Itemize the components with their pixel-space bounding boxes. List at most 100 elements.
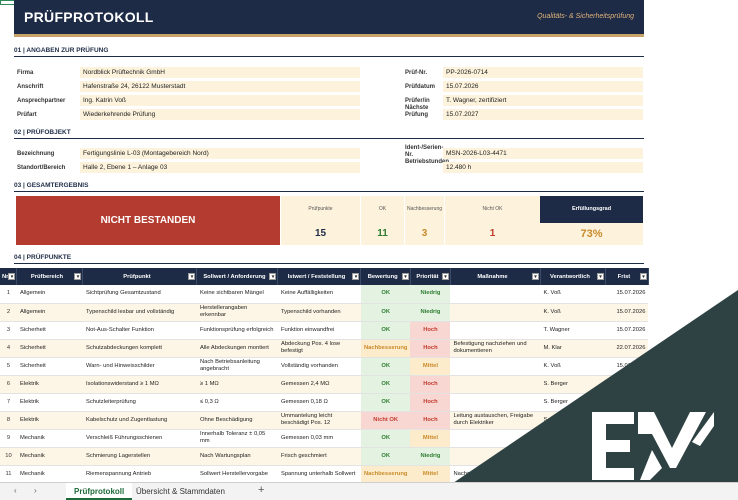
column-header[interactable]: Bewertung ▾ [360, 268, 411, 285]
cell-bewertung[interactable]: OK [360, 393, 411, 412]
filter-dropdown-icon[interactable]: ▾ [531, 273, 539, 280]
cell-nr[interactable]: 10 [0, 447, 17, 466]
tab-pruefprotokoll[interactable]: Prüfprotokoll [66, 483, 133, 500]
column-header[interactable]: Nr ▾ [0, 268, 18, 285]
tab-uebersicht-stammdaten[interactable]: Übersicht & Stammdaten [128, 483, 233, 500]
cell-sollwert[interactable]: ≥ 1 MΩ [196, 375, 278, 394]
tab-scroll-right-icon[interactable]: › [34, 486, 37, 495]
cell-istwert[interactable]: Ummantelung leicht beschädigt Pos. 12 [277, 411, 361, 430]
cell-pruefbereich[interactable]: Mechanik [16, 465, 83, 484]
cell-bewertung[interactable]: OK [360, 357, 411, 376]
filter-dropdown-icon[interactable]: ▾ [596, 273, 604, 280]
cell-sollwert[interactable]: Sollwert Herstellervorgabe [196, 465, 278, 484]
cell-pruefpunkt[interactable]: Verschleiß Führungsschienen [82, 429, 197, 448]
cell-pruefbereich[interactable]: Mechanik [16, 447, 83, 466]
value-ansprechpartner[interactable]: Ing. Katrin Voß [80, 95, 360, 106]
cell-nr[interactable]: 7 [0, 393, 17, 412]
value-bezeichnung[interactable]: Fertigungslinie L-03 (Montagebereich Nor… [80, 148, 360, 159]
value-anschrift[interactable]: Hafenstraße 24, 26122 Musterstadt [80, 81, 360, 92]
cell-sollwert[interactable]: Funktionsprüfung erfolgreich [196, 321, 278, 340]
cell-sollwert[interactable]: Alle Abdeckungen montiert [196, 339, 278, 358]
value-standort[interactable]: Halle 2, Ebene 1 – Anlage 03 [80, 162, 360, 173]
cell-pruefbereich[interactable]: Elektrik [16, 393, 83, 412]
cell-pruefpunkt[interactable]: Schutzleiterprüfung [82, 393, 197, 412]
value-pruefdatum[interactable]: 15.07.2026 [443, 81, 643, 92]
cell-pruefbereich[interactable]: Mechanik [16, 429, 83, 448]
value-pruefer[interactable]: T. Wagner, zertifiziert [443, 95, 643, 106]
cell-sollwert[interactable]: ≤ 0,3 Ω [196, 393, 278, 412]
cell-istwert[interactable]: Typenschild vorhanden [277, 303, 361, 322]
cell-nr[interactable]: 9 [0, 429, 17, 448]
cell-istwert[interactable]: Abdeckung Pos. 4 lose befestigt [277, 339, 361, 358]
tab-scroll-left-icon[interactable]: ‹ [14, 486, 17, 495]
cell-nr[interactable]: 11 [0, 465, 17, 484]
add-sheet-button[interactable]: + [258, 484, 264, 496]
cell-nr[interactable]: 3 [0, 321, 17, 340]
cell-pruefbereich[interactable]: Allgemein [16, 303, 83, 322]
cell-sollwert[interactable]: Ohne Beschädigung [196, 411, 278, 430]
cell-istwert[interactable]: Gemessen 0,03 mm [277, 429, 361, 448]
cell-pruefpunkt[interactable]: Warn- und Hinweisschilder [82, 357, 197, 376]
column-header[interactable]: Maßnahme ▾ [450, 268, 541, 285]
filter-dropdown-icon[interactable]: ▾ [74, 273, 82, 280]
column-header[interactable]: Prüfbereich ▾ [16, 268, 84, 285]
cell-istwert[interactable]: Funktion einwandfrei [277, 321, 361, 340]
cell-sollwert[interactable]: Keine sichtbaren Mängel [196, 285, 278, 304]
cell-pruefbereich[interactable]: Elektrik [16, 411, 83, 430]
cell-istwert[interactable]: Gemessen 2,4 MΩ [277, 375, 361, 394]
cell-pruefbereich[interactable]: Elektrik [16, 375, 83, 394]
cell-pruefpunkt[interactable]: Isolationswiderstand ≥ 1 MΩ [82, 375, 197, 394]
cell-nr[interactable]: 1 [0, 285, 17, 304]
value-pruef-nr[interactable]: PP-2026-0714 [443, 67, 643, 78]
cell-sollwert[interactable]: Nach Betriebsanleitung angebracht [196, 357, 278, 376]
cell-bewertung[interactable]: OK [360, 447, 411, 466]
cell-istwert[interactable]: Gemessen 0,18 Ω [277, 393, 361, 412]
column-header[interactable]: Istwert / Feststellung ▾ [277, 268, 362, 285]
cell-sollwert[interactable]: Innerhalb Toleranz ± 0,05 mm [196, 429, 278, 448]
filter-dropdown-icon[interactable]: ▾ [441, 273, 449, 280]
column-header[interactable]: Verantwortlich ▾ [540, 268, 606, 285]
cell-pruefpunkt[interactable]: Sichtprüfung Gesamtzustand [82, 285, 197, 304]
cell-pruefbereich[interactable]: Sicherheit [16, 321, 83, 340]
cell-bewertung[interactable]: OK [360, 285, 411, 304]
cell-sollwert[interactable]: Nach Wartungsplan [196, 447, 278, 466]
value-ident-nr[interactable]: MSN-2026-L03-4471 [443, 148, 643, 159]
cell-pruefpunkt[interactable]: Riemenspannung Antrieb [82, 465, 197, 484]
cell-pruefpunkt[interactable]: Schmierung Lagerstellen [82, 447, 197, 466]
cell-istwert[interactable]: Vollständig vorhanden [277, 357, 361, 376]
cell-pruefbereich[interactable]: Sicherheit [16, 357, 83, 376]
column-header[interactable]: Priorität ▾ [410, 268, 451, 285]
spreadsheet-sheet[interactable]: PRÜFPROTOKOLL Qualitäts- & Sicherheitspr… [0, 0, 738, 500]
filter-dropdown-icon[interactable]: ▾ [401, 273, 409, 280]
cell-pruefbereich[interactable]: Allgemein [16, 285, 83, 304]
cell-nr[interactable]: 2 [0, 303, 17, 322]
column-header[interactable]: Prüfpunkt ▾ [82, 268, 198, 285]
cell-bewertung[interactable]: OK [360, 375, 411, 394]
column-header[interactable]: Frist ▾ [605, 268, 649, 285]
value-firma[interactable]: Nordblick Prüftechnik GmbH [80, 67, 360, 78]
cell-istwert[interactable]: Frisch geschmiert [277, 447, 361, 466]
cell-nr[interactable]: 5 [0, 357, 17, 376]
cell-bewertung[interactable]: Nachbesserung [360, 339, 411, 358]
cell-nr[interactable]: 4 [0, 339, 17, 358]
cell-pruefpunkt[interactable]: Not-Aus-Schalter Funktion [82, 321, 197, 340]
cell-bewertung[interactable]: Nicht OK [360, 411, 411, 430]
filter-dropdown-icon[interactable]: ▾ [269, 273, 277, 280]
cell-pruefbereich[interactable]: Sicherheit [16, 339, 83, 358]
cell-pruefpunkt[interactable]: Kabelschutz und Zugentlastung [82, 411, 197, 430]
cell-nr[interactable]: 8 [0, 411, 17, 430]
filter-dropdown-icon[interactable]: ▾ [639, 273, 647, 280]
cell-istwert[interactable]: Keine Auffälligkeiten [277, 285, 361, 304]
cell-bewertung[interactable]: OK [360, 429, 411, 448]
cell-bewertung[interactable]: OK [360, 303, 411, 322]
filter-dropdown-icon[interactable]: ▾ [352, 273, 360, 280]
value-pruefart[interactable]: Wiederkehrende Prüfung [80, 109, 360, 120]
filter-dropdown-icon[interactable]: ▾ [8, 273, 16, 280]
cell-istwert[interactable]: Spannung unterhalb Sollwert [277, 465, 361, 484]
cell-bewertung[interactable]: Nachbesserung [360, 465, 411, 484]
cell-bewertung[interactable]: OK [360, 321, 411, 340]
cell-pruefpunkt[interactable]: Schutzabdeckungen komplett [82, 339, 197, 358]
cell-pruefpunkt[interactable]: Typenschild lesbar und vollständig [82, 303, 197, 322]
cell-nr[interactable]: 6 [0, 375, 17, 394]
value-naechste-pruefung[interactable]: 15.07.2027 [443, 109, 643, 120]
